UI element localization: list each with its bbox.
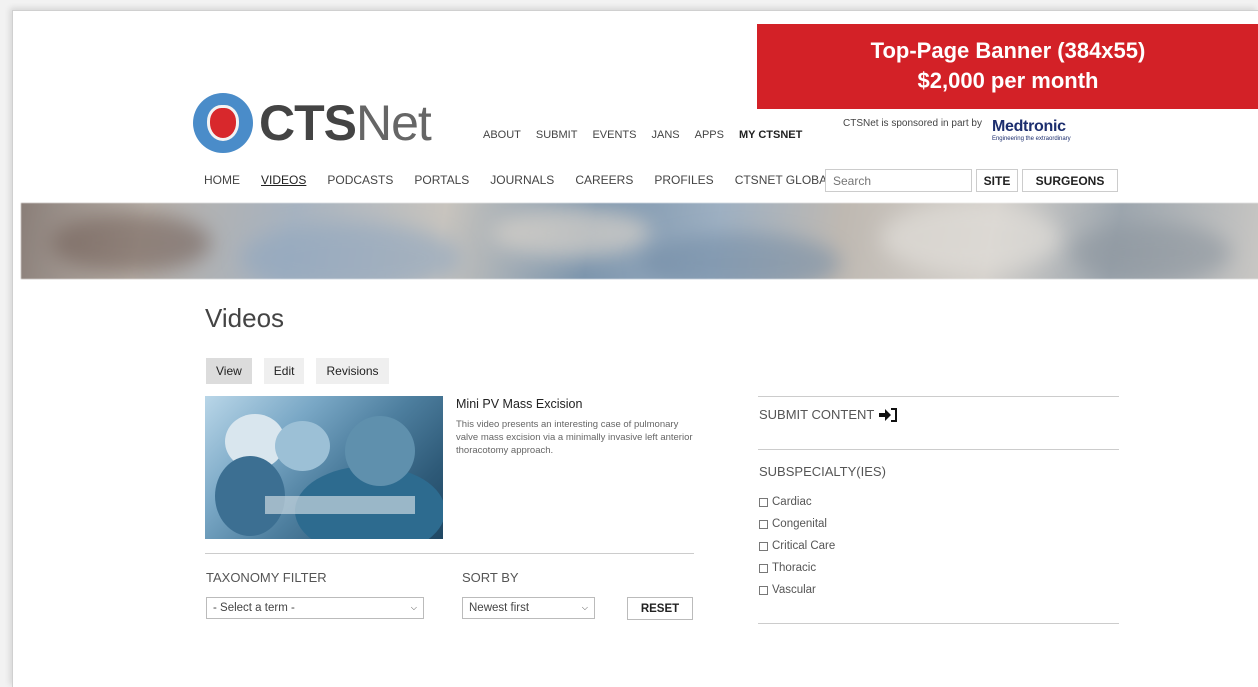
divider [205,553,694,554]
checkbox-label: Congenital [772,518,827,530]
ad-banner[interactable]: Top-Page Banner (384x55) $2,000 per mont… [757,24,1258,109]
subspecialty-option-cardiac[interactable]: Cardiac [759,491,835,513]
video-thumbnail[interactable] [205,396,443,539]
divider [758,449,1119,450]
top-nav-item-submit[interactable]: SUBMIT [536,129,578,141]
banner-line-2: $2,000 per month [917,68,1099,93]
checkbox[interactable] [759,585,768,595]
main-nav-item-profiles[interactable]: PROFILES [654,173,713,187]
submit-content-link[interactable]: SUBMIT CONTENT [759,407,898,422]
divider [758,396,1119,397]
checkbox[interactable] [759,497,768,507]
checkbox[interactable] [759,541,768,551]
medtronic-tagline: Engineering the extraordinary [991,136,1071,142]
top-nav-item-apps[interactable]: APPS [695,129,724,141]
browser-page: Top-Page Banner (384x55) $2,000 per mont… [12,10,1258,687]
main-nav-item-careers[interactable]: CAREERS [575,173,633,187]
main-nav-item-journals[interactable]: JOURNALS [490,173,554,187]
checkbox-label: Thoracic [772,562,817,574]
ctsnet-logo[interactable]: CTSNet [193,89,432,157]
top-nav-item-my-ctsnet[interactable]: MY CTSNET [739,129,802,141]
search-input[interactable] [825,169,972,192]
heart-icon [207,105,239,141]
medtronic-brand: Medtronic [991,118,1066,135]
subspecialty-option-congenital[interactable]: Congenital [759,513,835,535]
site-search-button[interactable]: SITE [976,169,1018,192]
taxonomy-filter-label: TAXONOMY FILTER [206,570,327,585]
top-nav-item-events[interactable]: EVENTS [592,129,636,141]
chevron-down-icon: ⌵ [410,603,417,612]
main-nav-item-home[interactable]: HOME [204,173,240,187]
sponsor-text: CTSNet is sponsored in part by [843,118,982,129]
subspecialty-option-critical-care[interactable]: Critical Care [759,535,835,557]
checkbox[interactable] [759,563,768,573]
surgeons-search-button[interactable]: SURGEONS [1022,169,1118,192]
checkbox-label: Critical Care [772,540,836,552]
main-nav: HOME VIDEOS PODCASTS PORTALS JOURNALS CAREERS… [204,173,834,187]
chevron-down-icon: ⌵ [581,603,588,612]
top-nav-item-about[interactable]: ABOUT [483,129,521,141]
page-title: Videos [205,303,285,333]
sort-by-label: SORT BY [462,570,519,585]
subspecialty-option-thoracic[interactable]: Thoracic [759,557,835,579]
subspecialty-checklist: Cardiac Congenital Critical Care Thoracic Va… [759,491,835,601]
subspecialty-option-vascular[interactable]: Vascular [759,579,835,601]
main-nav-item-ctsnet-global[interactable]: CTSNET GLOBAL [735,173,834,187]
sign-in-arrow-icon [879,407,898,422]
video-description: This video presents an interesting case … [456,419,693,456]
main-nav-item-podcasts[interactable]: PODCASTS [327,173,393,187]
taxonomy-select[interactable]: - Select a term - ⌵ [206,597,424,619]
submit-content-label: SUBMIT CONTENT [759,407,875,422]
taxonomy-select-value: - Select a term - [213,602,295,614]
tab-edit[interactable]: Edit [263,358,305,384]
checkbox-label: Vascular [772,584,816,596]
content-tabs: View Edit Revisions [206,358,389,384]
main-nav-item-portals[interactable]: PORTALS [414,173,469,187]
medtronic-logo[interactable]: Medtronic Engineering the extraordinary [992,118,1071,142]
main-nav-item-videos[interactable]: VIDEOS [261,173,306,187]
top-nav-item-jans[interactable]: JANS [651,129,679,141]
checkbox-label: Cardiac [772,496,812,508]
sort-select[interactable]: Newest first ⌵ [462,597,595,619]
sponsor-block: CTSNet is sponsored in part by Medtronic… [843,118,1071,142]
subspecialty-label: SUBSPECIALTY(IES) [759,464,886,479]
heart-logo-icon [193,93,253,153]
logo-wordmark: CTSNet [259,95,432,151]
video-title[interactable]: Mini PV Mass Excision [456,397,582,411]
divider [758,623,1119,624]
top-nav: ABOUT SUBMIT EVENTS JANS APPS MY CTSNET [483,129,802,141]
hero-image [21,203,1258,279]
tab-revisions[interactable]: Revisions [316,358,389,384]
reset-button[interactable]: RESET [627,597,693,620]
tab-view[interactable]: View [206,358,252,384]
sort-select-value: Newest first [469,602,530,614]
banner-line-1: Top-Page Banner (384x55) [870,38,1146,63]
checkbox[interactable] [759,519,768,529]
